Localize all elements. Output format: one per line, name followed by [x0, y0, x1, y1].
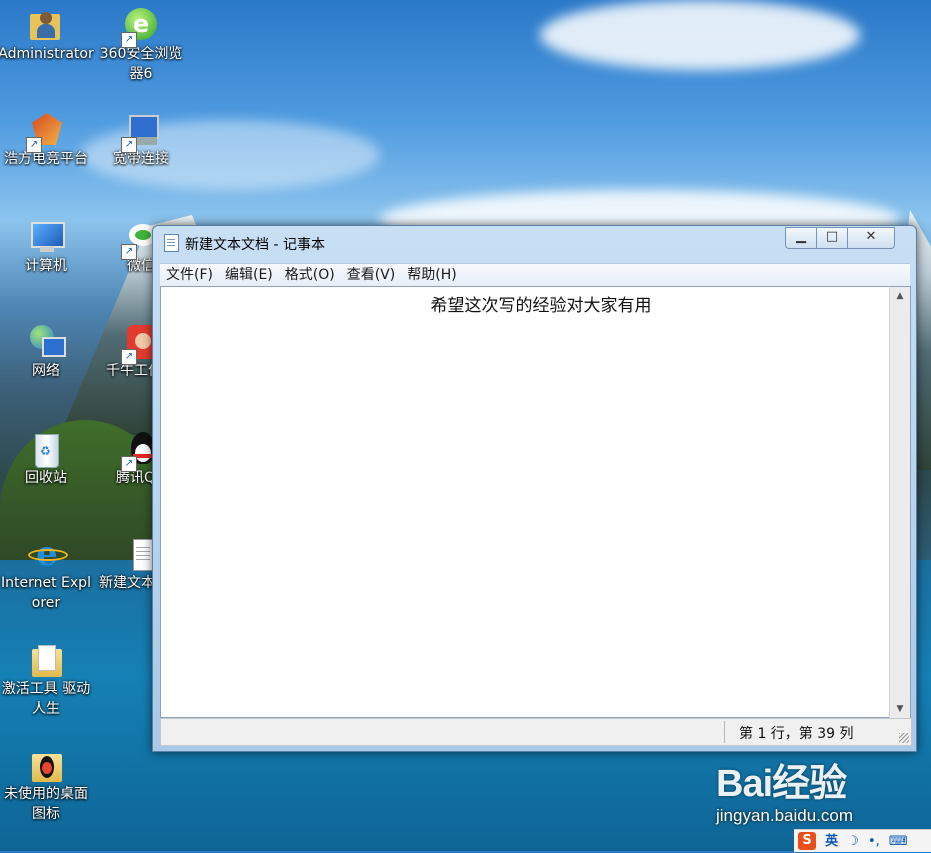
recycle-bin-icon: ♻: [28, 432, 64, 468]
watermark-site: jingyan.baidu.com: [716, 806, 854, 825]
resize-grip-icon[interactable]: [899, 733, 909, 743]
notepad-icon[interactable]: [164, 234, 179, 252]
desktop-icon-administrator[interactable]: Administrator: [0, 8, 94, 64]
desktop-icon-label: Internet Explorer: [1, 575, 91, 611]
ime-language-toggle[interactable]: 英: [825, 831, 838, 853]
menu-bar: 文件(F) 编辑(E) 格式(O) 查看(V) 帮助(H): [160, 263, 910, 286]
status-divider: [724, 721, 725, 743]
document-text[interactable]: 希望这次写的经验对大家有用: [161, 291, 921, 316]
ime-toolbar: S 英 ☽ •, ⌨: [794, 829, 931, 852]
status-bar: 第 1 行，第 39 列: [160, 718, 912, 746]
menu-help[interactable]: 帮助(H): [401, 264, 462, 286]
desktop-icon-recycle-bin[interactable]: ♻ 回收站: [0, 432, 94, 488]
desktop-icon-label: 计算机: [25, 258, 67, 274]
menu-format[interactable]: 格式(O): [279, 264, 341, 286]
vertical-scrollbar[interactable]: ▲ ▼: [889, 286, 911, 719]
game-platform-icon: ↗: [26, 113, 64, 153]
window-title: 新建文本文档 - 记事本: [185, 237, 325, 253]
desktop-icon-label: 激活工具 驱动人生: [1, 681, 91, 717]
computer-icon: [28, 220, 65, 256]
desktop-icon-internet-explorer[interactable]: e Internet Explorer: [0, 537, 94, 613]
menu-view[interactable]: 查看(V): [341, 264, 402, 286]
punctuation-icon[interactable]: •,: [868, 831, 880, 853]
text-editor[interactable]: 希望这次写的经验对大家有用: [160, 286, 889, 718]
broadband-connection-icon: ↗: [121, 113, 159, 153]
close-button[interactable]: ✕: [847, 227, 895, 249]
browser-360-icon: e ↗: [121, 8, 159, 48]
unused-icons-folder-icon: [28, 748, 64, 784]
desktop-icon-label: 未使用的桌面图标: [4, 786, 88, 822]
desktop-icon-unused-icons[interactable]: 未使用的桌面图标: [0, 748, 94, 824]
desktop-icon-network[interactable]: 网络: [0, 325, 94, 381]
sogou-ime-icon[interactable]: S: [798, 832, 816, 850]
internet-explorer-icon: e: [28, 537, 68, 573]
notepad-window[interactable]: 新建文本文档 - 记事本 ▁ □ ✕ 文件(F) 编辑(E) 格式(O) 查看(V) 帮…: [152, 225, 917, 752]
user-folder-icon: [28, 8, 64, 44]
desktop-icon-label: Administrator: [0, 46, 94, 62]
watermark-logo: Bai经验: [716, 763, 847, 805]
desktop-icon-haofang[interactable]: ↗ 浩方电竞平台: [0, 113, 94, 169]
half-width-moon-icon[interactable]: ☽: [847, 831, 859, 853]
desktop-icon-label: 回收站: [25, 470, 67, 486]
menu-file[interactable]: 文件(F): [160, 264, 219, 286]
desktop-icon-label: 360安全浏览器6: [99, 46, 183, 82]
desktop-icon-360-browser[interactable]: e ↗ 360安全浏览器6: [93, 8, 189, 84]
scroll-up-arrow-icon[interactable]: ▲: [890, 287, 910, 305]
maximize-button[interactable]: □: [816, 227, 848, 249]
baidu-watermark: Bai经验: [716, 752, 847, 807]
network-icon: [28, 325, 66, 361]
desktop-icon-label: 宽带连接: [113, 151, 169, 167]
menu-edit[interactable]: 编辑(E): [219, 264, 279, 286]
desktop-icon-activation-tools[interactable]: 激活工具 驱动人生: [0, 643, 94, 719]
cursor-position: 第 1 行，第 39 列: [739, 726, 854, 742]
desktop-icon-broadband[interactable]: ↗ 宽带连接: [93, 113, 189, 169]
minimize-button[interactable]: ▁: [785, 227, 817, 249]
cloud: [540, 0, 860, 70]
scroll-down-arrow-icon[interactable]: ▼: [890, 700, 910, 718]
folder-icon: [28, 643, 64, 679]
title-bar[interactable]: 新建文本文档 - 记事本 ▁ □ ✕: [153, 226, 916, 258]
soft-keyboard-icon[interactable]: ⌨: [889, 831, 908, 853]
desktop-icon-label: 网络: [32, 363, 60, 379]
desktop-icon-computer[interactable]: 计算机: [0, 220, 94, 276]
desktop-icon-label: 浩方电竞平台: [4, 151, 88, 167]
